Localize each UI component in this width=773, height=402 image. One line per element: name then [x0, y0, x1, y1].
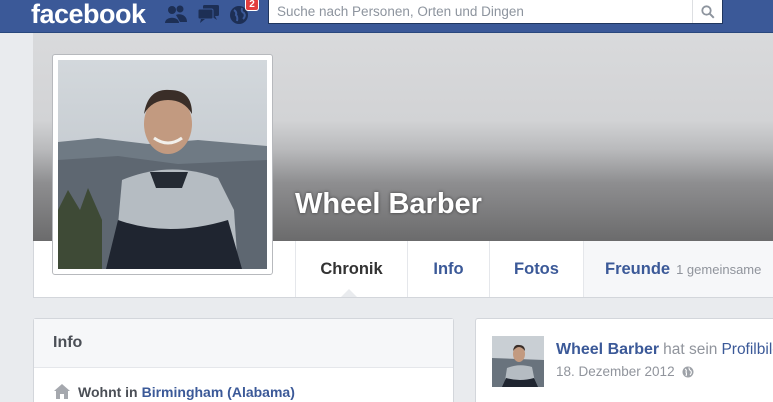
friend-requests-icon[interactable]	[164, 4, 187, 24]
post-author-link[interactable]: Wheel Barber	[556, 341, 659, 358]
post-date-link[interactable]: 18. Dezember 2012	[556, 364, 675, 379]
facebook-logo[interactable]: facebook	[31, 0, 146, 30]
freunde-label: Freunde	[605, 259, 671, 278]
house-icon	[54, 384, 70, 399]
lives-in-label: Wohnt in	[78, 383, 138, 400]
active-tab-caret	[341, 289, 357, 297]
post-card: Wheel Barberhat seinProfilbild 18. Dezem…	[475, 318, 773, 402]
post-author-avatar[interactable]	[492, 336, 544, 387]
lives-in-row: Wohnt in Birmingham (Alabama)	[53, 383, 295, 400]
profile-name[interactable]: Wheel Barber	[295, 188, 482, 221]
tab-freunde[interactable]: Freunde 1 gemeinsame	[583, 241, 773, 297]
lives-in-place-link[interactable]: Birmingham (Alabama)	[142, 384, 295, 400]
globe-icon[interactable]	[682, 366, 694, 378]
magnifier-icon	[700, 4, 715, 19]
search-input[interactable]	[269, 0, 693, 22]
profile-picture[interactable]	[52, 54, 273, 275]
post-meta: 18. Dezember 2012	[556, 364, 694, 379]
search-button[interactable]	[692, 0, 722, 23]
notification-badge: 2	[245, 0, 259, 11]
tab-fotos[interactable]: Fotos	[489, 241, 583, 297]
mutual-friends-count: 1 gemeinsame	[676, 261, 762, 277]
tab-info[interactable]: Info	[407, 241, 489, 297]
post-action-text: hat sein	[663, 341, 718, 358]
post-headline: Wheel Barberhat seinProfilbild	[556, 341, 773, 359]
top-bar: facebook 2	[0, 0, 773, 33]
post-target-link[interactable]: Profilbild	[721, 341, 773, 358]
messages-icon[interactable]	[197, 4, 219, 24]
info-card-title[interactable]: Info	[34, 319, 453, 368]
profile-photo-image	[58, 60, 267, 269]
info-card: Info Wohnt in Birmingham (Alabama)	[33, 318, 454, 402]
search-box	[268, 0, 723, 24]
